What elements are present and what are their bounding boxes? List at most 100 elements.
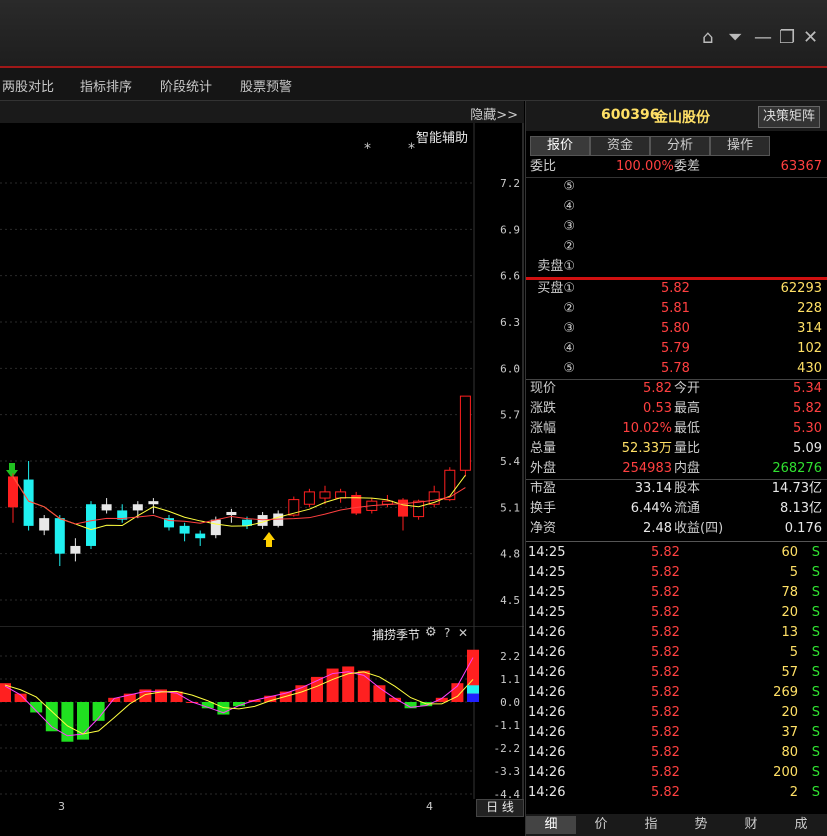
tick-time: 14:25 [528, 565, 566, 580]
minimize-icon[interactable]: — [754, 28, 772, 48]
menu-indicator-sort[interactable]: 指标排序 [80, 76, 132, 95]
panel-tabs: 报价 资金 分析 操作 [526, 134, 827, 156]
tick-price: 5.82 [651, 645, 680, 660]
tab-finance[interactable]: 财 [726, 816, 776, 834]
candle-body [381, 500, 393, 505]
buy-volume: 102 [797, 341, 822, 356]
y-tick-label: 2.2 [500, 650, 520, 663]
indicator-name: 捕捞季节 [372, 628, 421, 642]
tick-price: 5.82 [651, 745, 680, 760]
up-arrow-stem [266, 540, 272, 547]
fund-value: 8.13亿 [780, 501, 822, 516]
x-axis: 3 4 日 线 [0, 799, 524, 817]
tab-detail[interactable]: 细 [526, 816, 576, 834]
tab-funds[interactable]: 资金 [590, 136, 650, 156]
menu-compare[interactable]: 两股对比 [2, 76, 54, 95]
tick-row: 14:26 5.82 5 S [526, 643, 827, 663]
sell-row: 卖盘① [526, 257, 827, 277]
fund-label: 净资 [530, 521, 557, 536]
smart-assist-label[interactable]: 智能辅助 [416, 127, 468, 146]
tick-time: 14:25 [528, 605, 566, 620]
restore-icon[interactable]: ❐ [779, 28, 795, 48]
quote-row: 涨跌 0.53 最高 5.82 [526, 399, 827, 419]
quote-value: 5.30 [793, 421, 822, 436]
close-icon[interactable]: ✕ [803, 28, 818, 48]
tab-operation[interactable]: 操作 [710, 136, 770, 156]
tick-time: 14:26 [528, 725, 566, 740]
buy-label: ② [563, 301, 575, 316]
tab-quote[interactable]: 报价 [530, 136, 590, 156]
fund-row: 净资 2.48 收益(四) 0.176 [526, 519, 827, 539]
buy-row: ② 5.81 228 [526, 299, 827, 319]
quote-label: 总量 [530, 441, 557, 456]
buy-volume: 62293 [780, 281, 822, 296]
close-indicator-icon[interactable]: ✕ [458, 626, 468, 640]
candle-body [210, 519, 221, 536]
tick-price: 5.82 [651, 585, 680, 600]
buy-price: 5.82 [661, 281, 690, 296]
help-icon[interactable]: ? [444, 626, 450, 640]
tab-trend[interactable]: 势 [676, 816, 726, 834]
fund-value: 14.73亿 [771, 481, 822, 496]
tick-price: 5.82 [651, 625, 680, 640]
candle-body [101, 504, 112, 511]
candle-body [148, 501, 159, 505]
buy-price: 5.81 [661, 301, 690, 316]
quote-row: 现价 5.82 今开 5.34 [526, 379, 827, 399]
tab-trades[interactable]: 成 [776, 816, 826, 834]
tick-price: 5.82 [651, 565, 680, 580]
tick-time: 14:25 [528, 585, 566, 600]
tick-row: 14:26 5.82 80 S [526, 743, 827, 763]
quote-value: 5.82 [793, 401, 822, 416]
candle-body [413, 500, 425, 518]
tick-price: 5.82 [651, 665, 680, 680]
buy-label: ④ [563, 341, 575, 356]
y-tick-label: 6.3 [500, 316, 520, 329]
buy-row: ④ 5.79 102 [526, 339, 827, 359]
tick-volume: 13 [781, 625, 798, 640]
gear-icon[interactable]: ⚙ [425, 625, 437, 640]
fund-label: 市盈 [530, 481, 557, 496]
tab-analysis[interactable]: 分析 [650, 136, 710, 156]
kline-chart[interactable]: * * 7.2 6.9 6.6 6.3 6.0 5.7 5.4 5.1 4.8 4.5 智能辅助 [0, 123, 524, 626]
tick-time: 14:26 [528, 745, 566, 760]
quote-value: 5.82 [643, 381, 672, 396]
indicator-chart[interactable]: 2.2 1.1 0.0 -1.1 -2.2 -3.3 -4.4 捕捞季节 ⚙ ? ✕ [0, 625, 524, 801]
period-button[interactable]: 日 线 [476, 799, 524, 817]
buy-volume: 228 [797, 301, 822, 316]
x-tick-label: 3 [58, 800, 65, 813]
buy-label: ③ [563, 321, 575, 336]
sell-row: ③ [526, 217, 827, 237]
indicator-line [4, 657, 474, 737]
x-tick-label: 4 [426, 800, 433, 813]
quote-value: 268276 [772, 461, 822, 476]
stock-name: 金山股份 [654, 110, 710, 126]
tick-price: 5.82 [651, 545, 680, 560]
quote-label: 最低 [674, 421, 701, 436]
tick-volume: 269 [773, 685, 798, 700]
home-icon[interactable]: ⌂ [702, 28, 713, 48]
buy-row: ③ 5.80 314 [526, 319, 827, 339]
y-tick-label: 5.7 [500, 409, 520, 422]
tick-row: 14:25 5.82 78 S [526, 583, 827, 603]
tick-row: 14:26 5.82 13 S [526, 623, 827, 643]
candle-body [70, 545, 81, 554]
tab-index[interactable]: 指 [626, 816, 676, 834]
menu-stock-alert[interactable]: 股票预警 [240, 76, 292, 95]
hide-button[interactable]: 隐藏>> [470, 104, 518, 123]
decision-matrix-button[interactable]: 决策矩阵 [758, 106, 820, 128]
weibi-value: 100.00% [616, 159, 674, 174]
y-tick-label: 6.6 [500, 270, 520, 283]
tab-price[interactable]: 价 [576, 816, 626, 834]
menu-stage-stats[interactable]: 阶段统计 [160, 76, 212, 95]
dropdown-icon[interactable]: ⏷ [728, 28, 742, 48]
tick-price: 5.82 [651, 605, 680, 620]
y-tick-label: 4.5 [500, 594, 520, 607]
quote-row: 涨幅 10.02% 最低 5.30 [526, 419, 827, 439]
quote-label: 涨幅 [530, 421, 557, 436]
sell-label: ② [563, 239, 575, 254]
tick-volume: 5 [789, 645, 798, 660]
tick-volume: 20 [781, 605, 798, 620]
fund-value: 6.44% [630, 501, 672, 516]
up-arrow-icon [263, 532, 275, 540]
